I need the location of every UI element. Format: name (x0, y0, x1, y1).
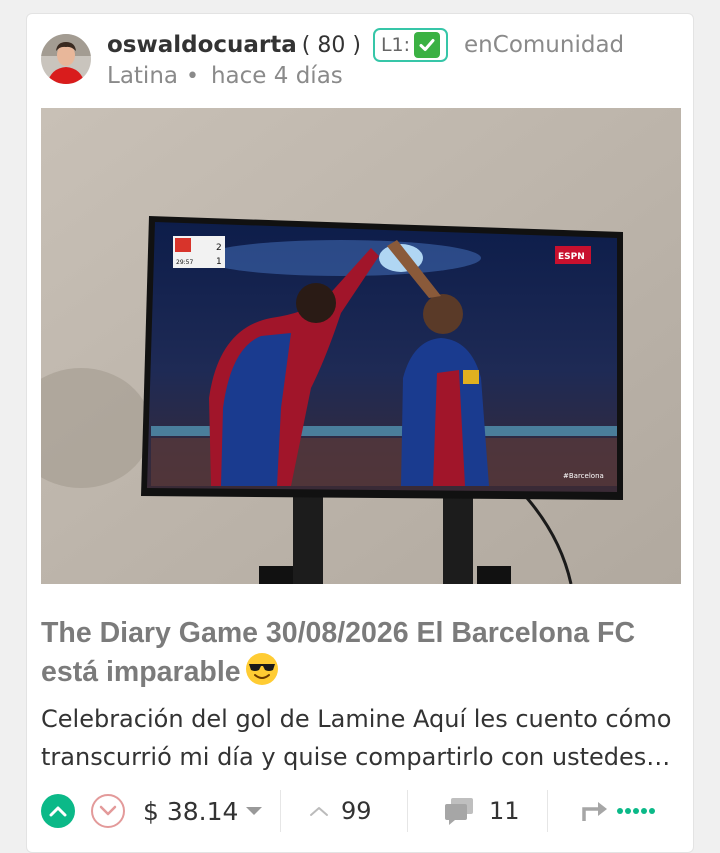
author-reputation: ( 80 ) (301, 32, 361, 58)
community-prefix: enComunidad (464, 32, 625, 58)
tv-score-away: 1 (216, 257, 222, 267)
chevron-down-icon (99, 805, 117, 816)
post-card[interactable]: oswaldocuarta ( 80 ) L1: enComunidad Lat… (26, 13, 694, 853)
community-link[interactable]: Latina (107, 63, 178, 89)
tv-network-logo: ESPN (558, 252, 585, 262)
post-title[interactable]: The Diary Game 30/08/2026 El Barcelona F… (41, 614, 681, 696)
footer-divider (407, 790, 408, 832)
tv-score-home: 2 (216, 243, 222, 253)
votes-button[interactable]: 99 (309, 792, 372, 830)
comments-count: 11 (489, 797, 520, 825)
downvote-button[interactable] (91, 794, 125, 828)
payout-button[interactable]: $ 38.14 (143, 792, 263, 830)
tv-clock: 29:57 (176, 259, 193, 266)
post-title-text[interactable]: The Diary Game 30/08/2026 El Barcelona F… (41, 617, 635, 688)
more-dots-icon[interactable] (617, 808, 655, 814)
post-image[interactable]: 2 1 29:57 ESPN #Barcelona (41, 108, 681, 584)
post-excerpt[interactable]: Celebración del gol de Lamine Aquí les c… (41, 700, 681, 776)
level-label: L1: (380, 34, 411, 56)
meta-separator: • (186, 63, 199, 89)
tv-hashtag: #Barcelona (563, 472, 604, 480)
share-button[interactable] (581, 794, 655, 828)
votes-chevron-up-icon (310, 807, 328, 816)
comment-bubbles-icon (445, 798, 473, 825)
upvote-button[interactable] (41, 794, 75, 828)
footer-divider (280, 790, 281, 832)
footer-divider (547, 790, 548, 832)
avatar-image (41, 34, 91, 84)
post-footer: $ 38.14 99 11 (27, 784, 695, 840)
check-mark-icon (414, 32, 441, 58)
post-time: hace 4 días (210, 63, 343, 89)
comments-button[interactable]: 11 (443, 792, 520, 830)
post-meta-bottom: Latina • hace 4 días (107, 60, 343, 92)
post-meta-top: oswaldocuarta ( 80 ) L1: enComunidad (107, 28, 624, 62)
payout-value: $ 38.14 (143, 796, 239, 826)
author-avatar[interactable] (41, 34, 91, 84)
votes-count: 99 (341, 797, 372, 825)
author-username[interactable]: oswaldocuarta (107, 32, 297, 58)
caret-down-icon (246, 807, 263, 815)
author-level-badge: L1: (372, 28, 449, 62)
share-arrow-icon (582, 802, 607, 821)
sunglasses-emoji-icon (245, 652, 279, 696)
chevron-up-icon (49, 806, 67, 817)
